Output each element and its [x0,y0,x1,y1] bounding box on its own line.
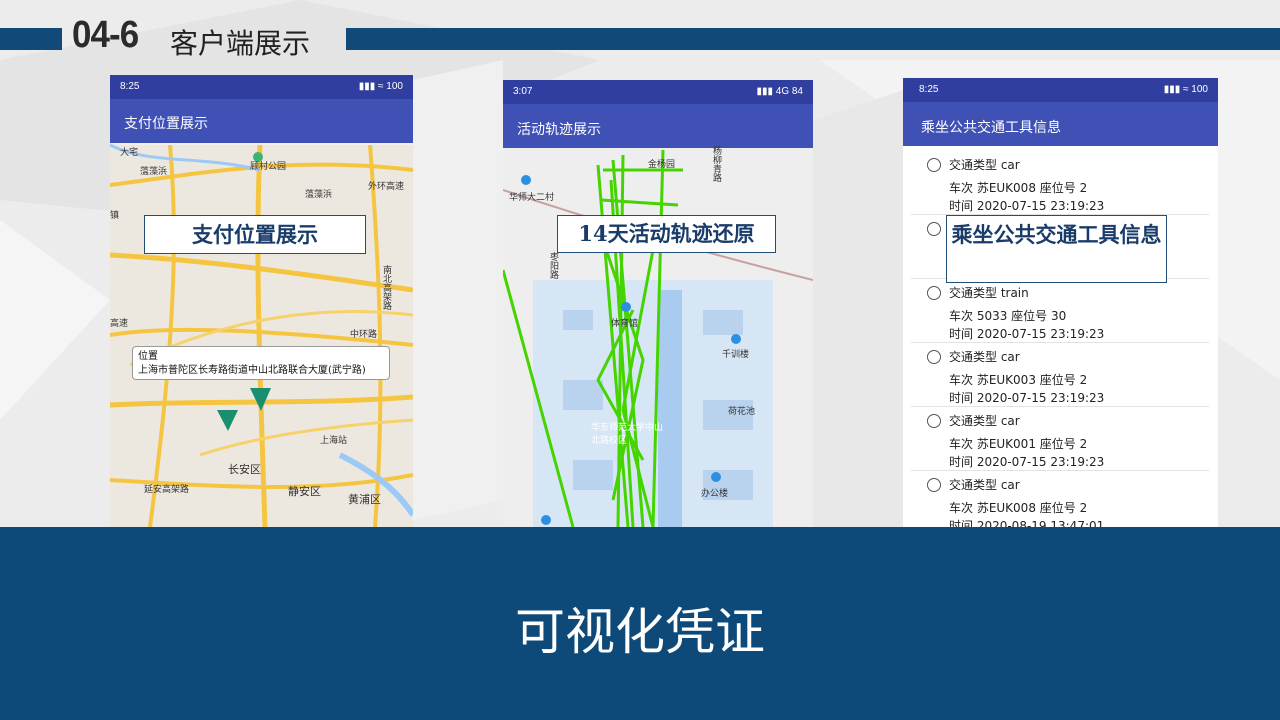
app-title: 活动轨迹展示 [517,122,601,138]
map-label: 静安区 [288,485,321,498]
map-label: 南北高架路 [381,265,391,310]
transport-detail: 车次 5033 座位号 30 [949,309,1067,323]
tooltip-address: 上海市普陀区长寿路街道中山北路联合大厦(武宁路) [138,365,366,376]
transport-type: 交通类型 train [949,286,1029,300]
header-bar-left [0,28,62,50]
tooltip-label: 位置 [138,351,158,362]
transport-detail: 车次 苏EUK008 座位号 2 [949,181,1088,195]
transport-type: 交通类型 car [949,350,1020,364]
app-bar: 乘坐公共交通工具信息 [903,102,1218,146]
transport-time: 时间 2020-08-19 13:47:01 [949,519,1105,527]
status-time: 8:25 [120,81,140,92]
map-label: 延安高架路 [144,485,190,495]
train-icon [927,222,941,236]
overlay-caption: 支付位置展示 [144,215,366,254]
train-icon [927,414,941,428]
map-label: 上海站 [320,436,348,446]
transport-type: 交通类型 car [949,414,1020,428]
train-icon [927,158,941,172]
header-bar-right [346,28,1280,50]
transport-detail: 车次 苏EUK003 座位号 2 [949,373,1088,387]
map-label: 蕰藻浜 [140,167,168,177]
overlay-caption: 14天活动轨迹还原 [557,215,776,253]
transport-time: 时间 2020-07-15 23:19:23 [949,327,1105,341]
transport-list-item[interactable]: 交通类型 car 车次 苏EUK001 座位号 2 时间 2020-07-15 … [911,412,1209,471]
train-icon [927,478,941,492]
transport-list-item[interactable]: 交通类型 car 车次 苏EUK003 座位号 2 时间 2020-07-15 … [911,348,1209,407]
status-indicators: ▮▮▮ ≈ 100 [358,81,403,92]
map-label: 大宅 [120,148,139,158]
phone-activity-track: 3:07 ▮▮▮ 4G 84 活动轨迹展示 金杨园 杨柳青路 华师大二村 枣阳路… [503,80,813,527]
status-bar: 3:07 ▮▮▮ 4G 84 [503,80,813,104]
transport-time: 时间 2020-07-15 23:19:23 [949,455,1105,469]
status-bar: 8:25 ▮▮▮ ≈ 100 [903,78,1218,102]
map-label: 千训楼 [722,350,750,360]
app-bar: 支付位置展示 [110,99,413,143]
map-label: 金杨园 [648,160,676,170]
map-label: 蕰藻浜 [305,190,333,200]
phone-payment-location: 8:25 ▮▮▮ ≈ 100 支付位置展示 大宅 顾村公园 蕰藻浜 外环高速 蕰… [110,75,413,527]
train-icon [927,286,941,300]
transport-type: 交通类型 car [949,158,1020,172]
status-indicators: ▮▮▮ ≈ 100 [1163,84,1208,95]
transport-list-item[interactable]: 交通类型 car 车次 苏EUK008 座位号 2 时间 2020-08-19 … [911,476,1209,527]
transport-time: 时间 2020-07-15 23:19:23 [949,391,1105,405]
map-label: 外环高速 [368,182,405,192]
transport-time: 时间 2020-07-15 23:19:23 [949,199,1105,213]
status-time: 3:07 [513,86,533,97]
app-bar: 活动轨迹展示 [503,104,813,148]
footer-caption: 可视化凭证 [515,603,765,661]
section-title: 客户端展示 [170,27,311,60]
status-indicators: ▮▮▮ 4G 84 [756,86,803,97]
section-number: 04-6 [72,14,139,56]
map-label: 华东师范大学中山北路校区 [591,423,664,446]
status-time: 8:25 [919,84,939,95]
overlay-caption: 乘坐公共交通工具信息 [946,215,1167,283]
map-label: 中环路 [350,330,378,340]
train-icon [927,350,941,364]
map-label: 镇 [110,211,120,221]
phone-public-transport: 8:25 ▮▮▮ ≈ 100 乘坐公共交通工具信息 交通类型 car 车次 苏E… [903,78,1218,527]
map-label: 体育馆 [611,319,639,329]
transport-detail: 车次 苏EUK008 座位号 2 [949,501,1088,515]
map-label: 华师大二村 [509,193,555,203]
transport-type: 交通类型 car [949,478,1020,492]
map-label: 枣阳路 [548,252,558,279]
app-title: 支付位置展示 [124,116,208,132]
map-label: 荷花池 [728,407,756,417]
map-label: 长安区 [228,463,261,476]
map-label: 顾村公园 [250,162,287,172]
map-label: 高速 [110,319,129,329]
transport-list-item[interactable]: 交通类型 car 车次 苏EUK008 座位号 2 时间 2020-07-15 … [911,156,1209,215]
map-label: 黄浦区 [348,493,381,506]
status-bar: 8:25 ▮▮▮ ≈ 100 [110,75,413,99]
transport-list-item[interactable]: 交通类型 train 车次 5033 座位号 30 时间 2020-07-15 … [911,284,1209,343]
location-tooltip: 位置 上海市普陀区长寿路街道中山北路联合大厦(武宁路) [132,346,390,380]
map-label: 办公楼 [701,489,729,499]
app-title: 乘坐公共交通工具信息 [921,120,1061,136]
transport-detail: 车次 苏EUK001 座位号 2 [949,437,1088,451]
map-label: 杨柳青路 [711,146,721,182]
